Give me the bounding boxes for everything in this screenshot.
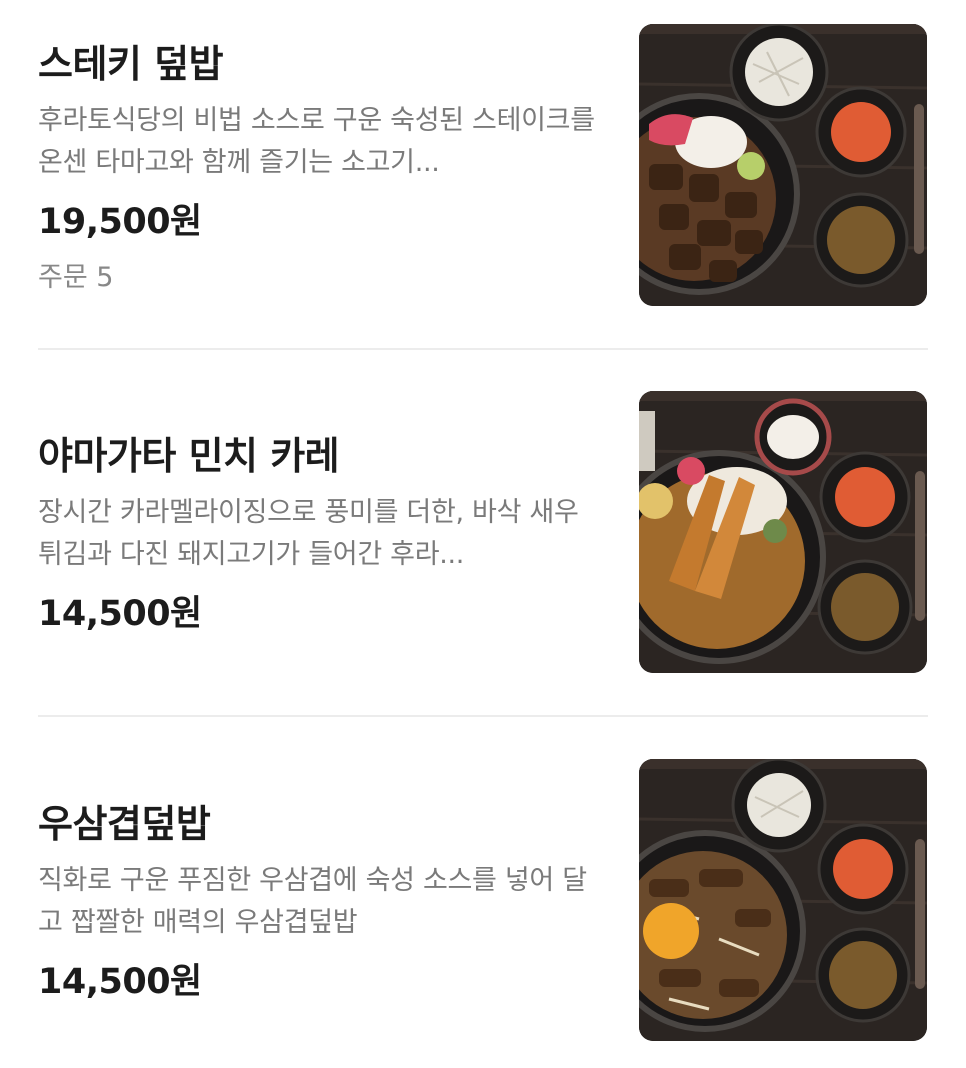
steak-bowl-photo[interactable] — [639, 24, 927, 306]
menu-item-description: 직화로 구운 푸짐한 우삼겹에 숙성 소스를 넣어 달고 짭짤한 매력의 우삼겹… — [38, 865, 587, 938]
menu-item-description: 후라토식당의 비법 소스로 구운 숙성된 스테이크를 온센 타마고와 함께 즐기… — [38, 105, 595, 178]
menu-item-name: 야마가타 민치 카레 — [38, 434, 340, 478]
menu-list: 스테키 덮밥 후라토식당의 비법 소스로 구운 숙성된 스테이크를 온센 타마고… — [0, 0, 966, 1068]
menu-item-order-count: 주문 5 — [38, 262, 114, 293]
menu-item-price: 19,500원 — [38, 202, 202, 242]
menu-item-price: 14,500원 — [38, 962, 202, 1002]
menu-item-text: 스테키 덮밥 후라토식당의 비법 소스로 구운 숙성된 스테이크를 온센 타마고… — [38, 40, 598, 296]
menu-item-price: 14,500원 — [38, 594, 202, 634]
menu-item-text: 야마가타 민치 카레 장시간 카라멜라이징으로 풍미를 더한, 바삭 새우튀김과… — [38, 432, 598, 636]
curry-bowl-photo[interactable] — [639, 391, 927, 673]
menu-item-name: 우삼겹덮밥 — [38, 802, 211, 846]
menu-item-description: 장시간 카라멜라이징으로 풍미를 더한, 바삭 새우튀김과 다진 돼지고기가 들… — [38, 497, 579, 570]
beef-brisket-bowl-photo[interactable] — [639, 759, 927, 1041]
menu-item-text: 우삼겹덮밥 직화로 구운 푸짐한 우삼겹에 숙성 소스를 넣어 달고 짭짤한 매… — [38, 800, 598, 1004]
menu-divider — [38, 348, 928, 350]
menu-item-name: 스테키 덮밥 — [38, 42, 224, 86]
menu-divider — [38, 715, 928, 717]
